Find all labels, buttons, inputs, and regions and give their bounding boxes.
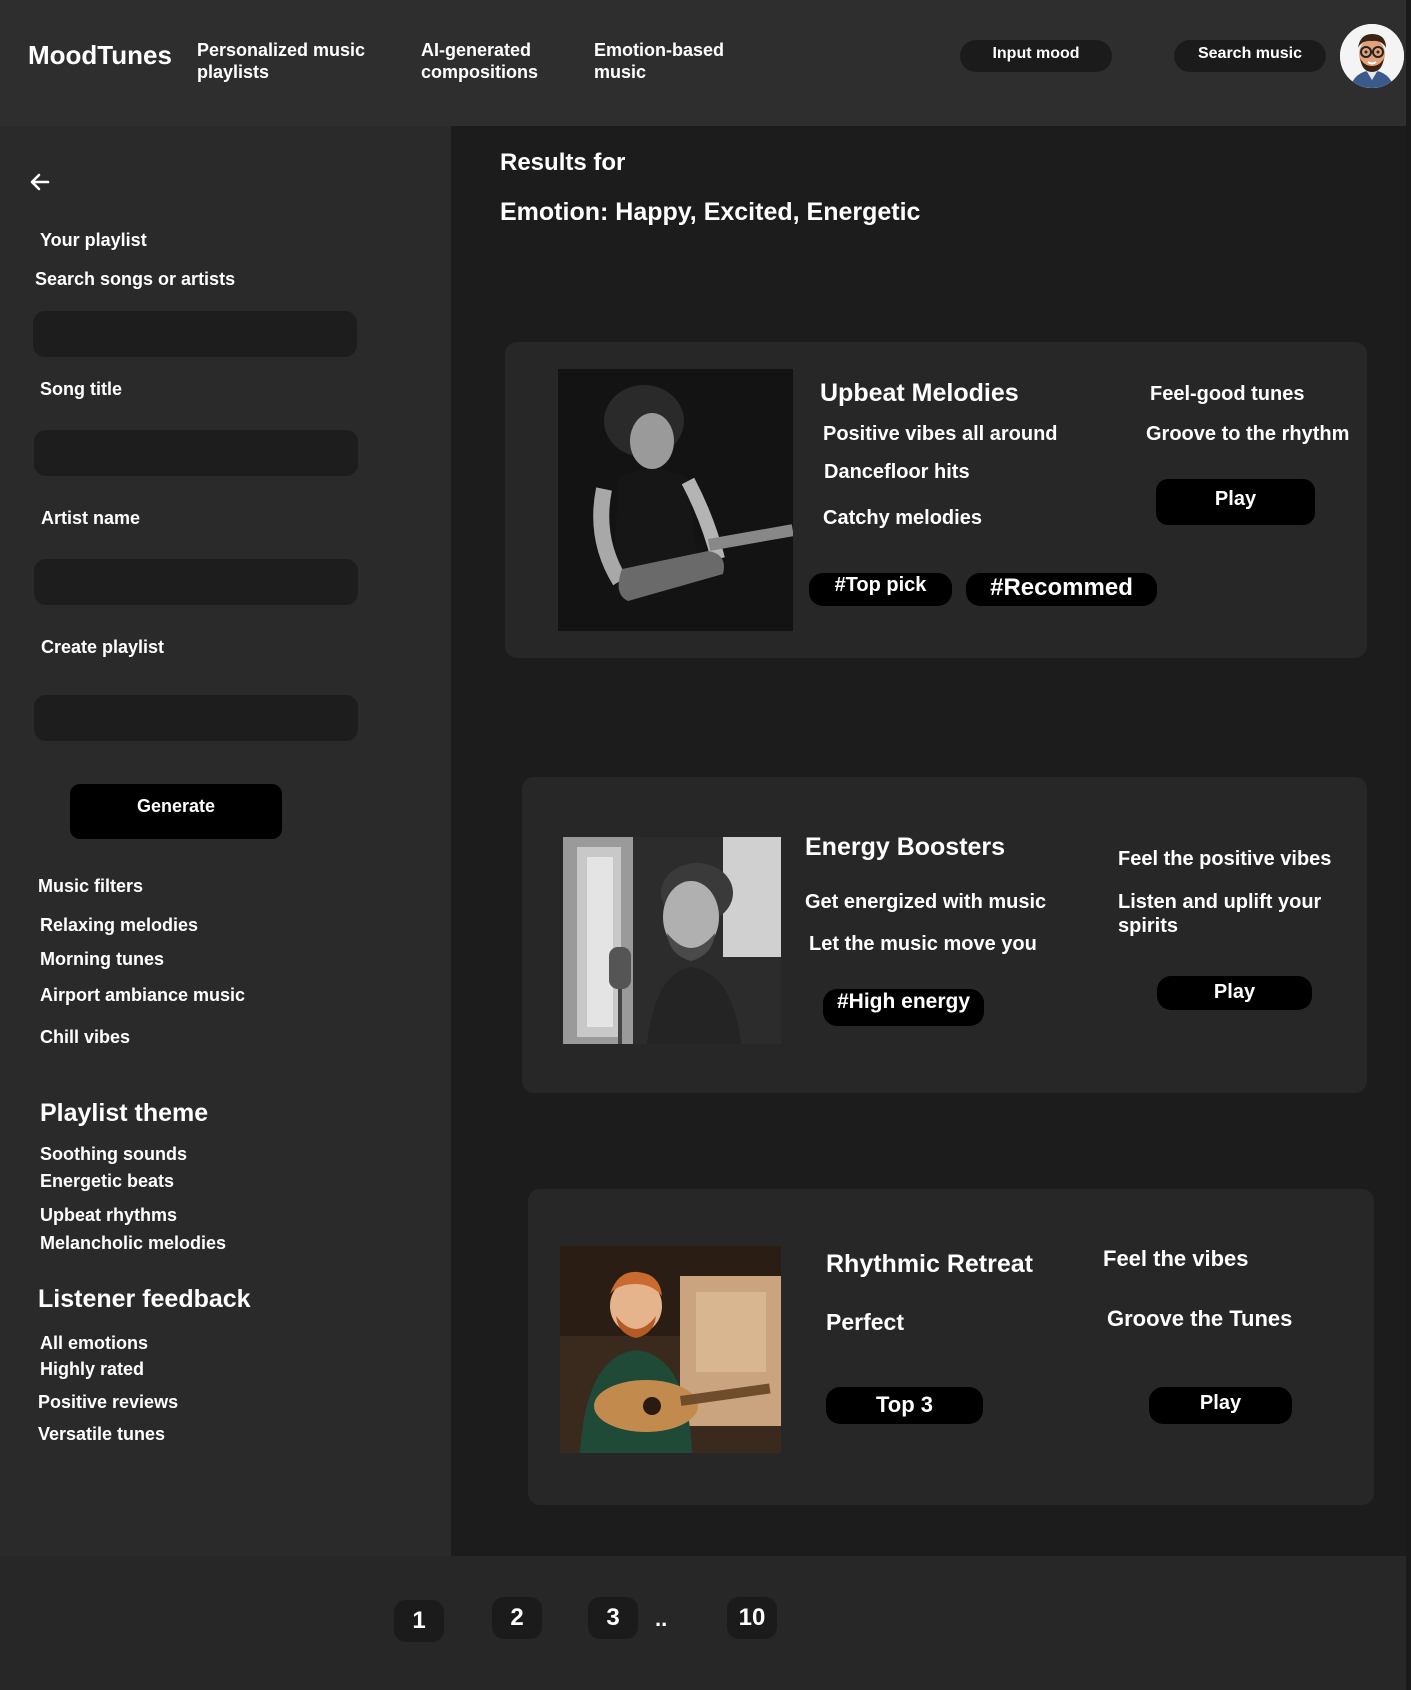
nav-label: Personalized music	[197, 40, 366, 60]
tag-badge[interactable]: #Recommed	[966, 573, 1157, 606]
create-playlist-label: Create playlist	[41, 637, 165, 657]
tag-badge[interactable]: #Top pick	[809, 573, 952, 606]
page-button[interactable]: 2	[492, 1597, 542, 1639]
playlist-card[interactable]: Upbeat Melodies Positive vibes all aroun…	[505, 342, 1367, 658]
card-right-line: Groove the Tunes	[1107, 1306, 1293, 1331]
theme-soothing-sounds[interactable]: Soothing sounds	[40, 1144, 187, 1165]
artist-name-input[interactable]	[34, 559, 358, 605]
card-right-line: Feel the vibes	[1103, 1246, 1249, 1271]
feedback-all-emotions[interactable]: All emotions	[40, 1333, 148, 1354]
nav-label: AI-generated	[421, 40, 532, 60]
card-right-line: Groove to the rhythm	[1146, 423, 1350, 445]
card-line: Get energized with music	[805, 891, 1047, 913]
tag-badge[interactable]: Top 3	[826, 1387, 983, 1424]
card-title: Energy Boosters	[805, 833, 1006, 861]
song-title-label: Song title	[40, 379, 122, 399]
music-filters-title: Music filters	[38, 876, 144, 896]
feedback-positive-reviews[interactable]: Positive reviews	[38, 1392, 178, 1413]
nav-ai-compositions[interactable]: AI-generated compositions	[421, 39, 538, 83]
card-line: Perfect	[826, 1309, 904, 1335]
top-header: MoodTunes Personalized music playlists A…	[0, 0, 1411, 126]
artist-name-label: Artist name	[41, 508, 141, 528]
tag-badge[interactable]: #High energy	[823, 989, 984, 1026]
back-button[interactable]	[28, 170, 52, 199]
card-line: Let the music move you	[809, 933, 1037, 955]
app-logo[interactable]: MoodTunes	[28, 40, 172, 71]
card-title: Upbeat Melodies	[820, 379, 1019, 407]
acoustic-guitarist-photo	[560, 1246, 781, 1453]
playlist-cover-image	[560, 1246, 781, 1453]
play-button[interactable]: Play	[1149, 1387, 1292, 1424]
pagination-ellipsis: ..	[655, 1606, 668, 1631]
song-title-input[interactable]	[34, 430, 358, 476]
sidebar: Your playlist Search songs or artists So…	[0, 126, 451, 1556]
guitarist-photo	[558, 369, 793, 631]
arrow-left-icon	[30, 173, 50, 191]
filter-morning-tunes[interactable]: Morning tunes	[40, 949, 164, 970]
your-playlist-label[interactable]: Your playlist	[40, 230, 147, 251]
scrollbar-track[interactable]	[1406, 0, 1411, 1690]
user-avatar[interactable]	[1340, 24, 1404, 88]
play-button[interactable]: Play	[1156, 479, 1315, 525]
filter-chill-vibes[interactable]: Chill vibes	[40, 1027, 130, 1048]
nav-personalized-playlists[interactable]: Personalized music playlists	[197, 39, 365, 83]
card-right-line: Feel-good tunes	[1150, 383, 1305, 405]
listener-feedback-title: Listener feedback	[38, 1285, 251, 1313]
input-mood-button[interactable]: Input mood	[960, 40, 1112, 72]
card-line: Dancefloor hits	[824, 461, 970, 483]
emotion-heading: Emotion: Happy, Excited, Energetic	[500, 198, 921, 226]
filter-relaxing-melodies[interactable]: Relaxing melodies	[40, 915, 198, 936]
nav-label: Emotion-based	[594, 40, 725, 60]
card-right-line: Feel the positive vibes	[1118, 848, 1332, 870]
page-button[interactable]: 10	[727, 1597, 777, 1639]
create-playlist-input[interactable]	[34, 695, 358, 741]
page-button[interactable]: 1	[394, 1600, 444, 1642]
playlist-card[interactable]: Energy Boosters Get energized with music…	[522, 777, 1367, 1093]
filter-airport-ambiance[interactable]: Airport ambiance music	[40, 985, 245, 1006]
card-title: Rhythmic Retreat	[826, 1250, 1033, 1278]
search-songs-input[interactable]	[33, 311, 357, 357]
nav-label: compositions	[421, 62, 539, 82]
generate-button[interactable]: Generate	[70, 784, 282, 839]
card-line: Positive vibes all around	[823, 423, 1058, 445]
playlist-card[interactable]: Rhythmic Retreat Perfect Feel the vibes …	[528, 1189, 1374, 1505]
theme-upbeat-rhythms[interactable]: Upbeat rhythms	[40, 1205, 177, 1226]
playlist-theme-title: Playlist theme	[40, 1099, 209, 1127]
play-button[interactable]: Play	[1157, 976, 1312, 1010]
playlist-cover-image	[563, 837, 781, 1044]
page-button[interactable]: 3	[588, 1597, 638, 1639]
card-right-line: Listen and uplift your spirits	[1118, 891, 1322, 937]
avatar-illustration	[1340, 24, 1404, 88]
singer-studio-photo	[563, 837, 781, 1044]
theme-melancholic-melodies[interactable]: Melancholic melodies	[40, 1233, 226, 1254]
nav-emotion-based-music[interactable]: Emotion-based music	[594, 39, 724, 83]
card-line: Catchy melodies	[823, 507, 982, 529]
playlist-cover-image	[558, 369, 793, 631]
nav-label: music	[594, 62, 647, 82]
feedback-highly-rated[interactable]: Highly rated	[40, 1359, 144, 1380]
results-for-heading: Results for	[500, 149, 626, 176]
feedback-versatile-tunes[interactable]: Versatile tunes	[38, 1424, 165, 1445]
search-songs-label: Search songs or artists	[35, 269, 236, 289]
search-music-button[interactable]: Search music	[1174, 40, 1326, 72]
results-panel: Results for Emotion: Happy, Excited, Ene…	[451, 126, 1406, 1556]
theme-energetic-beats[interactable]: Energetic beats	[40, 1171, 174, 1192]
nav-label: playlists	[197, 62, 270, 82]
